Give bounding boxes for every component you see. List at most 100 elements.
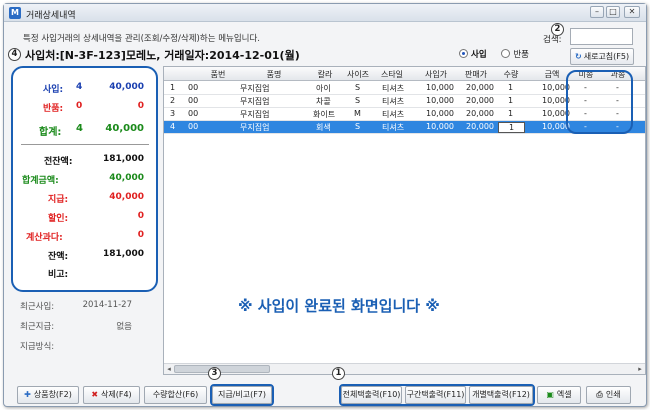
cell-name: 무지집업 <box>240 110 270 119</box>
col-header[interactable]: 판매가 <box>460 69 492 80</box>
cell-color: 회색 <box>316 123 331 132</box>
cell-code: 00 <box>188 83 199 92</box>
cell-style: 티셔츠 <box>382 123 405 132</box>
last-purchase-label: 최근사입: <box>20 302 55 312</box>
row-number: 2 <box>170 96 176 105</box>
col-header[interactable]: 수량 <box>498 69 524 80</box>
callout-2: 2 <box>551 23 564 36</box>
sum-amount-value: 40,000 <box>109 173 144 183</box>
col-header[interactable]: 품명 <box>254 69 294 80</box>
maximize-button[interactable]: □ <box>606 6 620 18</box>
row-number: 4 <box>170 122 176 131</box>
print-range-tags-button[interactable]: 구간택출력(F11) <box>405 386 466 404</box>
pay-note-button[interactable]: 지급/비고(F7) <box>212 386 272 404</box>
total-qty: 4 <box>76 123 83 134</box>
radio-return-label: 반품 <box>513 50 529 60</box>
cell-style: 티셔츠 <box>382 84 405 93</box>
col-header[interactable]: 사이즈 <box>342 69 374 80</box>
col-header[interactable]: 사입가 <box>420 69 452 80</box>
note-label: 비고: <box>48 270 69 280</box>
scrollbar-thumb[interactable] <box>174 365 270 373</box>
print-button[interactable]: ⎙ 인쇄 <box>586 386 631 404</box>
col-header[interactable]: 품번 <box>204 69 232 80</box>
cell-size: S <box>355 83 361 92</box>
qty-edit-input[interactable]: 1 <box>498 122 525 133</box>
radio-purchase[interactable]: 사입 <box>459 48 487 60</box>
cell-qty: 1 <box>508 109 514 118</box>
cell-qty: 1 <box>508 96 514 105</box>
print-all-tags-button[interactable]: 전체택출력(F10) <box>341 386 402 404</box>
cell-name: 무지집업 <box>240 123 270 132</box>
cell-color: 아이 <box>316 84 331 93</box>
scroll-right-icon[interactable]: ▸ <box>635 364 645 374</box>
cell-cost: 10,000 <box>426 122 454 131</box>
cell-cost: 10,000 <box>426 96 454 105</box>
col-header[interactable]: 스타일 <box>376 69 408 80</box>
delete-button[interactable]: ✖ 삭제(F4) <box>83 386 140 404</box>
delete-label: 삭제(F4) <box>101 390 132 399</box>
product-window-label: 상품창(F2) <box>33 390 72 399</box>
radio-purchase-label: 사입 <box>471 50 487 60</box>
divider <box>21 144 149 145</box>
callout-1: 1 <box>332 367 345 380</box>
return-amount: 0 <box>137 101 144 111</box>
total-amount: 40,000 <box>105 123 144 134</box>
cell-name: 무지집업 <box>240 97 270 106</box>
overcalc-label: 계산과다: <box>26 233 63 243</box>
print-each-tags-button[interactable]: 개별택출력(F12) <box>469 386 533 404</box>
cell-price: 20,000 <box>466 96 494 105</box>
search-input[interactable] <box>570 28 633 45</box>
cell-code: 00 <box>188 109 199 118</box>
refresh-icon: ↻ <box>575 52 582 61</box>
scroll-left-icon[interactable]: ◂ <box>164 364 174 374</box>
col-header[interactable]: 금액 <box>536 69 568 80</box>
app-window: M 거래상세내역 – □ ✕ 특정 사입거래의 상세내역을 관리(조회/수정/삭… <box>3 3 647 407</box>
cell-price: 20,000 <box>466 109 494 118</box>
close-button[interactable]: ✕ <box>624 6 640 18</box>
total-label: 합계: <box>39 127 62 138</box>
cell-size: S <box>355 96 361 105</box>
excel-label: 엑셀 <box>556 390 572 399</box>
product-window-button[interactable]: ✚ 상품창(F2) <box>17 386 79 404</box>
excel-icon: ▣ <box>546 390 554 399</box>
menu-description: 특정 사입거래의 상세내역을 관리(조회/수정/삭제)하는 메뉴입니다. <box>23 34 261 44</box>
cell-style: 티셔츠 <box>382 97 405 106</box>
qty-sum-button[interactable]: 수량합산(F6) <box>144 386 207 404</box>
cell-price: 20,000 <box>466 83 494 92</box>
purchase-amount: 40,000 <box>109 82 144 92</box>
payment-method-label: 지급방식: <box>20 342 55 352</box>
cell-cost: 10,000 <box>426 83 454 92</box>
cell-color: 차콜 <box>316 97 331 106</box>
row-number: 1 <box>170 83 176 92</box>
excel-button[interactable]: ▣ 엑셀 <box>537 386 581 404</box>
sum-amount-label: 합계금액: <box>22 176 59 186</box>
prev-balance-value: 181,000 <box>103 154 144 164</box>
title-bar: M 거래상세내역 – □ ✕ <box>4 4 646 22</box>
cell-color: 화이트 <box>313 110 336 119</box>
cell-style: 티셔츠 <box>382 110 405 119</box>
window-title: 거래상세내역 <box>26 11 76 21</box>
unsent-oversent-highlight <box>566 70 633 134</box>
print-label: 인쇄 <box>605 390 621 399</box>
printer-icon: ⎙ <box>596 390 603 399</box>
horizontal-scrollbar[interactable]: ◂ ▸ <box>164 363 645 374</box>
last-payment-label: 최근지급: <box>20 322 55 332</box>
last-purchase-value: 2014-11-27 <box>82 300 132 310</box>
last-payment-value: 없음 <box>116 322 132 332</box>
cell-price: 20,000 <box>466 122 494 131</box>
refresh-button[interactable]: ↻ 새로고침(F5) <box>570 48 634 65</box>
balance-label: 잔액: <box>48 252 69 262</box>
prev-balance-label: 전잔액: <box>44 157 73 167</box>
refresh-label: 새로고침(F5) <box>583 52 630 61</box>
cell-size: M <box>354 109 361 118</box>
radio-return[interactable]: 반품 <box>501 48 529 60</box>
cell-code: 00 <box>188 122 199 131</box>
payment-label: 지급: <box>48 195 69 205</box>
return-label: 반품: <box>43 104 64 114</box>
minimize-button[interactable]: – <box>590 6 604 18</box>
callout-3: 3 <box>208 367 221 380</box>
cell-code: 00 <box>188 96 199 105</box>
radio-dot <box>501 49 511 58</box>
type-radio-group: 사입 반품 <box>459 48 541 60</box>
col-header[interactable]: 칼라 <box>312 69 338 80</box>
